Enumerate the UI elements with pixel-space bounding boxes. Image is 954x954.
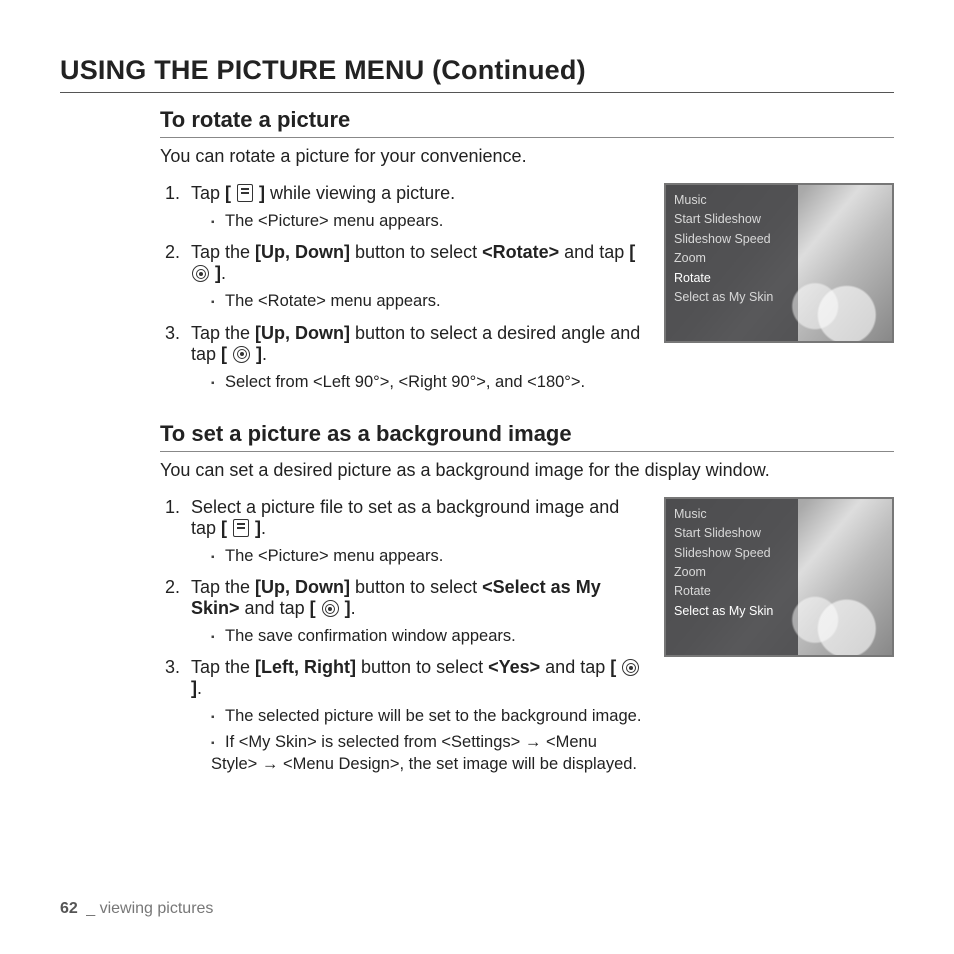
step-item: Tap [ ] while viewing a picture. The <Pi… [185, 183, 644, 232]
step-note: The save confirmation window appears. [211, 625, 644, 647]
step-note: The <Picture> menu appears. [211, 210, 644, 232]
step-item: Tap the [Up, Down] button to select a de… [185, 323, 644, 393]
step-note: The <Rotate> menu appears. [211, 290, 644, 312]
step-item: Tap the [Up, Down] button to select <Sel… [185, 577, 644, 647]
menu-item: Music [674, 191, 790, 210]
device-screenshot-skin: Music Start Slideshow Slideshow Speed Zo… [664, 497, 894, 657]
select-icon [192, 265, 209, 282]
menu-item: Zoom [674, 249, 790, 268]
section-intro: You can rotate a picture for your conven… [160, 146, 894, 167]
step-note: If <My Skin> is selected from <Settings>… [211, 731, 644, 776]
menu-item-selected: Rotate [674, 269, 790, 288]
menu-item: Start Slideshow [674, 524, 790, 543]
menu-item: Start Slideshow [674, 210, 790, 229]
menu-item: Select as My Skin [674, 288, 790, 307]
steps-list: Tap [ ] while viewing a picture. The <Pi… [160, 183, 644, 393]
menu-item: Music [674, 505, 790, 524]
picture-menu-overlay: Music Start Slideshow Slideshow Speed Zo… [666, 499, 798, 655]
menu-item-selected: Select as My Skin [674, 602, 790, 621]
step-item: Tap the [Up, Down] button to select <Rot… [185, 242, 644, 312]
steps-list: Select a picture file to set as a backgr… [160, 497, 644, 775]
select-icon [322, 600, 339, 617]
menu-icon [237, 184, 253, 202]
page-title: USING THE PICTURE MENU (Continued) [60, 55, 894, 93]
step-item: Select a picture file to set as a backgr… [185, 497, 644, 567]
menu-item: Rotate [674, 582, 790, 601]
menu-item: Slideshow Speed [674, 230, 790, 249]
menu-item: Slideshow Speed [674, 544, 790, 563]
step-note: The <Picture> menu appears. [211, 545, 644, 567]
step-note: The selected picture will be set to the … [211, 705, 644, 727]
step-note: Select from <Left 90°>, <Right 90°>, and… [211, 371, 644, 393]
menu-item: Zoom [674, 563, 790, 582]
picture-menu-overlay: Music Start Slideshow Slideshow Speed Zo… [666, 185, 798, 341]
section-heading-skin: To set a picture as a background image [160, 421, 894, 452]
step-item: Tap the [Left, Right] button to select <… [185, 657, 644, 775]
section-intro: You can set a desired picture as a backg… [160, 460, 894, 481]
select-icon [233, 346, 250, 363]
section-heading-rotate: To rotate a picture [160, 107, 894, 138]
menu-icon [233, 519, 249, 537]
device-screenshot-rotate: Music Start Slideshow Slideshow Speed Zo… [664, 183, 894, 343]
select-icon [622, 659, 639, 676]
page-footer: 62 _ viewing pictures [60, 900, 213, 918]
